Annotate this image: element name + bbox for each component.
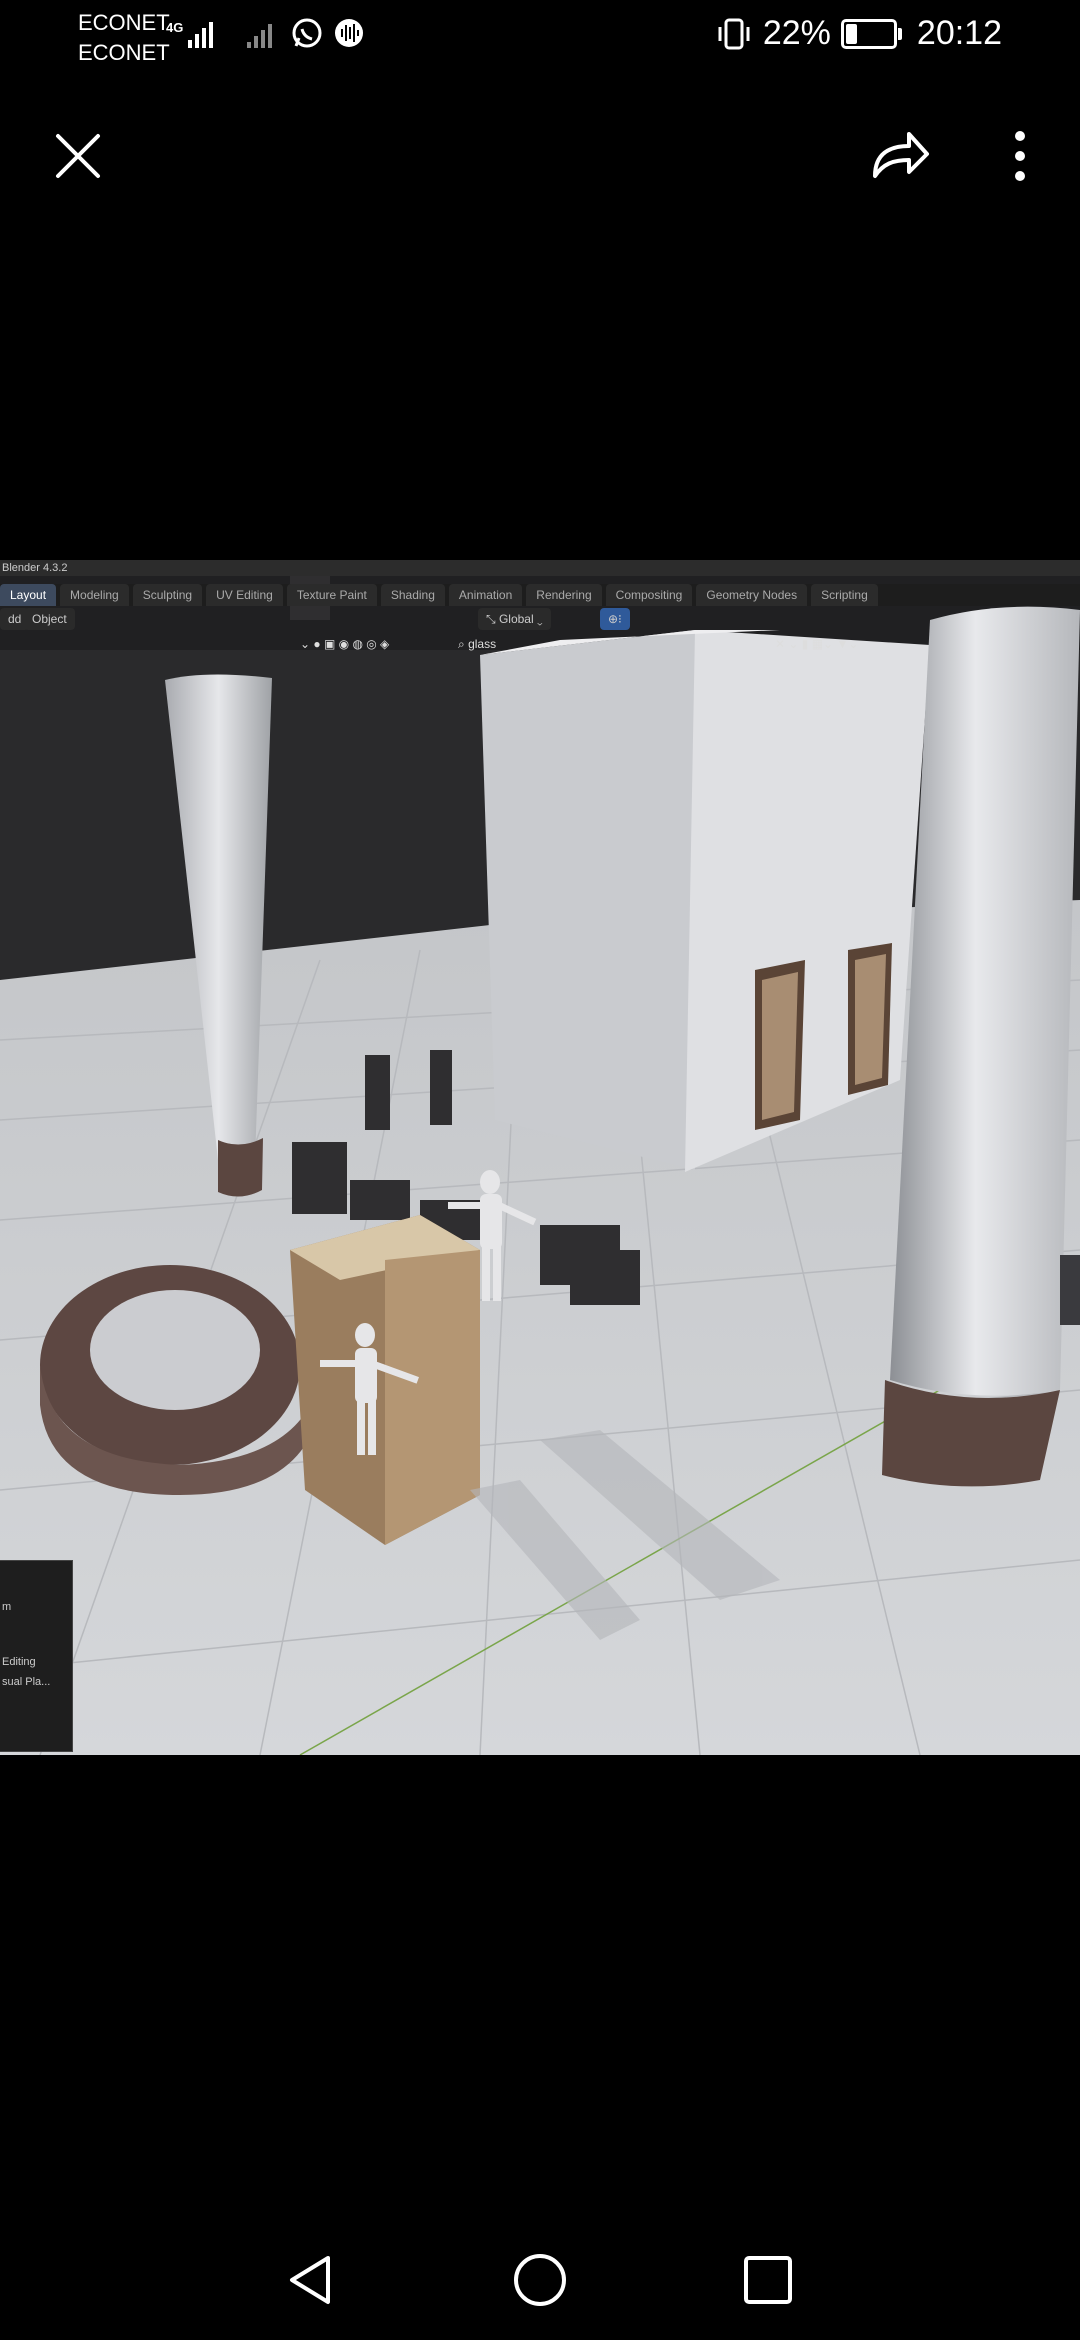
navigation-bar bbox=[0, 2220, 1080, 2340]
panel-line-1: m bbox=[2, 1601, 12, 1613]
blender-side-panel: m Editing sual Pla... bbox=[0, 1560, 73, 1752]
blender-title: Blender 4.3.2 bbox=[2, 562, 68, 574]
status-bar: ECONET ECONET 4G 22% 20:12 bbox=[0, 0, 1080, 70]
more-button[interactable] bbox=[980, 116, 1060, 196]
outliner-filter-icons: ⌄ ● ▣ ◉ ◍ ◎ ◈ bbox=[300, 637, 390, 651]
battery-fill bbox=[845, 23, 857, 44]
carrier-1: ECONET bbox=[78, 10, 170, 35]
tab-sculpting[interactable]: Sculpting bbox=[132, 584, 203, 606]
tab-texture-paint[interactable]: Texture Paint bbox=[286, 584, 377, 606]
outliner-filter-buttons: ✕ ⌄ ▮ ▦⌄ ▼⌄ bbox=[775, 637, 859, 651]
tab-modeling[interactable]: Modeling bbox=[60, 584, 129, 606]
network-type: 4G bbox=[166, 20, 183, 35]
tab-shading[interactable]: Shading bbox=[380, 584, 445, 606]
back-icon bbox=[290, 2256, 330, 2304]
search-icon: ⌕ bbox=[458, 637, 469, 651]
back-button[interactable] bbox=[270, 2240, 350, 2320]
share-button[interactable] bbox=[860, 116, 940, 196]
menu-object[interactable]: Object bbox=[24, 608, 75, 630]
vibrate-icon bbox=[718, 18, 750, 49]
panel-line-3: sual Pla... bbox=[2, 1676, 51, 1688]
orientation-value: Global bbox=[498, 612, 534, 626]
signal-icon: 4G bbox=[166, 20, 213, 48]
signal-2-icon bbox=[247, 24, 272, 48]
outliner-search[interactable]: ⌕ glass bbox=[458, 634, 496, 654]
close-icon bbox=[56, 134, 100, 178]
blender-title-bar: Blender 4.3.2 bbox=[0, 560, 1080, 576]
home-icon bbox=[514, 2254, 566, 2306]
search-value: glass bbox=[468, 637, 497, 651]
transform-orientation-icon: ⤡ bbox=[486, 612, 499, 626]
whatsapp-icon bbox=[292, 18, 322, 48]
battery-percent: 22% bbox=[762, 14, 831, 52]
snap-toggle[interactable]: ⊕⁝ bbox=[600, 608, 630, 630]
tab-uv-editing[interactable]: UV Editing bbox=[206, 584, 283, 606]
tab-scripting[interactable]: Scripting bbox=[811, 584, 878, 606]
clock: 20:12 bbox=[916, 14, 1002, 52]
home-button[interactable] bbox=[500, 2240, 580, 2320]
battery-icon bbox=[840, 18, 902, 49]
blender-viewport bbox=[0, 560, 1080, 1755]
more-vertical-icon bbox=[1015, 131, 1025, 181]
tab-compositing[interactable]: Compositing bbox=[605, 584, 693, 606]
tab-geometry-nodes[interactable]: Geometry Nodes bbox=[696, 584, 808, 606]
carrier-2: ECONET bbox=[78, 40, 170, 65]
recents-icon bbox=[744, 2256, 792, 2304]
tab-rendering[interactable]: Rendering bbox=[526, 584, 602, 606]
audio-app-icon bbox=[335, 19, 363, 47]
status-right: 22% 20:12 bbox=[715, 14, 1002, 53]
panel-line-2: Editing bbox=[2, 1656, 36, 1668]
recents-button[interactable] bbox=[728, 2240, 808, 2320]
blender-header-tools: dd Object ⤡ Global ⌄ ⊕⁝ bbox=[0, 608, 1080, 630]
tab-layout[interactable]: Layout bbox=[0, 584, 57, 606]
tab-animation[interactable]: Animation bbox=[448, 584, 523, 606]
blender-workspace-tabs: Layout Modeling Sculpting UV Editing Tex… bbox=[0, 584, 1080, 606]
close-button[interactable] bbox=[38, 116, 118, 196]
share-icon bbox=[873, 132, 929, 178]
photo-viewer-image[interactable]: Blender 4.3.2 Layout Modeling Sculpting … bbox=[0, 560, 1080, 1755]
orientation-select[interactable]: ⤡ Global ⌄ bbox=[478, 608, 551, 630]
